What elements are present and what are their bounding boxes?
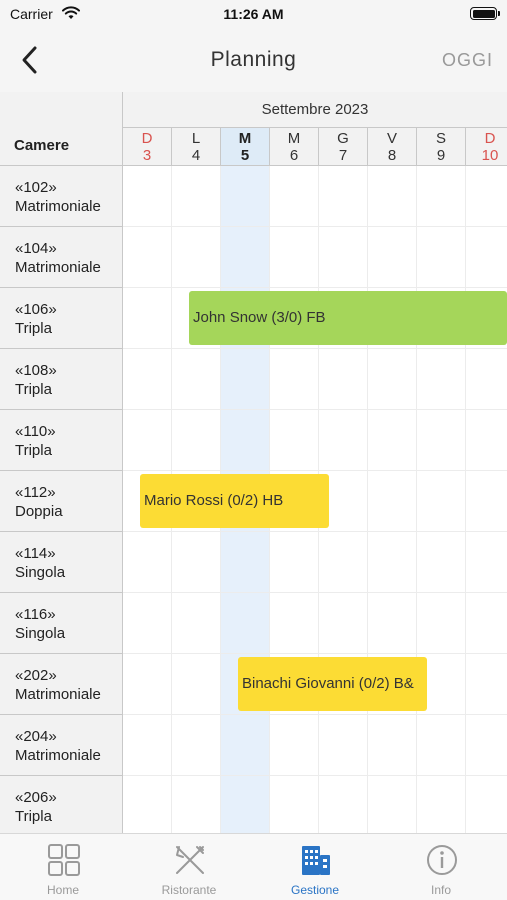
tab-home[interactable]: Home: [0, 834, 126, 900]
day-number: 6: [289, 147, 299, 164]
day-header[interactable]: L4: [172, 128, 221, 166]
day-number: 4: [191, 147, 201, 164]
rooms-header: Camere: [14, 137, 70, 154]
grid-row-line: [123, 348, 507, 349]
room-type: Tripla: [15, 808, 52, 825]
day-number: 8: [387, 147, 397, 164]
room-row-header[interactable]: «104» Matrimoniale: [0, 227, 123, 288]
booking-bar[interactable]: Binachi Giovanni (0/2) B&: [238, 657, 427, 711]
day-letter: D: [484, 130, 496, 147]
room-row-header[interactable]: «114» Singola: [0, 532, 123, 593]
room-number: «114»: [15, 545, 56, 562]
room-type: Matrimoniale: [15, 259, 101, 276]
info-icon: [427, 845, 457, 875]
room-type: Tripla: [15, 442, 52, 459]
room-number: «112»: [15, 484, 56, 501]
room-type: Matrimoniale: [15, 198, 101, 215]
room-type: Singola: [15, 564, 66, 581]
room-number: «104»: [15, 240, 57, 257]
tab-info[interactable]: Info: [378, 834, 504, 900]
room-number: «110»: [15, 423, 56, 440]
day-letter: V: [386, 130, 397, 147]
grid-column-line: [416, 166, 417, 833]
day-letter: M: [287, 130, 301, 147]
room-type: Matrimoniale: [15, 747, 101, 764]
room-row-header[interactable]: «102» Matrimoniale: [0, 166, 123, 227]
day-header[interactable]: S9: [417, 128, 466, 166]
page-title: Planning: [210, 48, 297, 71]
room-row-header[interactable]: «202» Matrimoniale: [0, 654, 123, 715]
grid-row-line: [123, 226, 507, 227]
day-number: 7: [338, 147, 348, 164]
day-letter: D: [141, 130, 153, 147]
room-row-header[interactable]: «206» Tripla: [0, 776, 123, 833]
room-row-header[interactable]: «204» Matrimoniale: [0, 715, 123, 776]
day-number: 5: [240, 147, 250, 164]
room-type: Matrimoniale: [15, 686, 101, 703]
day-header[interactable]: G7: [319, 128, 368, 166]
booking-bar[interactable]: Mario Rossi (0/2) HB: [140, 474, 329, 528]
day-number: 10: [481, 147, 499, 164]
grid-row-line: [123, 653, 507, 654]
day-number: 3: [142, 147, 152, 164]
grid-column-line: [465, 166, 466, 833]
grid-row-line: [123, 470, 507, 471]
room-number: «116»: [15, 606, 56, 623]
battery-icon: [470, 7, 500, 20]
tab-ristorante-label: Ristorante: [161, 883, 217, 897]
room-row-header[interactable]: «106» Tripla: [0, 288, 123, 349]
room-number: «108»: [15, 362, 57, 379]
day-letter: L: [191, 130, 201, 147]
planning-grid[interactable]: Camere Settembre 2023 D 3 L 4 M 5 M 6 G 7 V 8 S 9 D 10 …: [0, 92, 507, 833]
day-header[interactable]: M6: [270, 128, 319, 166]
navigation-bar: Planning OGGI: [0, 30, 507, 92]
room-number: «106»: [15, 301, 57, 318]
tab-info-label: Info: [430, 883, 451, 897]
fork-knife-icon: [176, 846, 204, 874]
room-type: Singola: [15, 625, 66, 642]
day-number: 9: [436, 147, 446, 164]
room-number: «206»: [15, 789, 57, 806]
grid-row-line: [123, 531, 507, 532]
tab-gestione-label: Gestione: [290, 883, 340, 897]
grid-column-line: [367, 166, 368, 833]
day-header[interactable]: D 10: [466, 128, 507, 166]
room-row-header[interactable]: «112» Doppia: [0, 471, 123, 532]
room-row-header[interactable]: «110» Tripla: [0, 410, 123, 471]
rooms-header-cell: Camere: [0, 92, 123, 166]
building-icon: [302, 846, 330, 875]
tab-bar: Home Ristorante Gestione Info: [0, 833, 507, 900]
booking-bar[interactable]: John Snow (3/0) FB: [189, 291, 507, 345]
day-letter: G: [337, 130, 349, 147]
room-row-header[interactable]: «108» Tripla: [0, 349, 123, 410]
room-type: Tripla: [15, 320, 52, 337]
room-type: Tripla: [15, 381, 52, 398]
day-letter: M: [238, 130, 252, 147]
calendar-body[interactable]: John Snow (3/0) FB Mario Rossi (0/2) HB Bi…: [123, 166, 507, 833]
room-number: «102»: [15, 179, 57, 196]
day-header[interactable]: D3: [123, 128, 172, 166]
tab-home-label: Home: [46, 883, 79, 897]
today-button[interactable]: OGGI: [442, 50, 493, 71]
room-type: Doppia: [15, 503, 63, 520]
grid-row-line: [123, 592, 507, 593]
day-header[interactable]: M5: [221, 128, 270, 166]
tab-gestione[interactable]: Gestione: [252, 834, 378, 900]
month-label: Settembre 2023: [123, 92, 507, 128]
status-bar: Carrier 11:26 AM: [0, 0, 507, 30]
room-number: «202»: [15, 667, 57, 684]
room-number: «204»: [15, 728, 57, 745]
grid-row-line: [123, 775, 507, 776]
day-letter: S: [435, 130, 446, 147]
room-row-header[interactable]: «116» Singola: [0, 593, 123, 654]
grid-row-line: [123, 409, 507, 410]
day-header[interactable]: V8: [368, 128, 417, 166]
tab-ristorante[interactable]: Ristorante: [126, 834, 252, 900]
grid-row-line: [123, 287, 507, 288]
home-grid-icon: [48, 844, 80, 876]
clock: 11:26 AM: [223, 6, 284, 22]
grid-row-line: [123, 714, 507, 715]
